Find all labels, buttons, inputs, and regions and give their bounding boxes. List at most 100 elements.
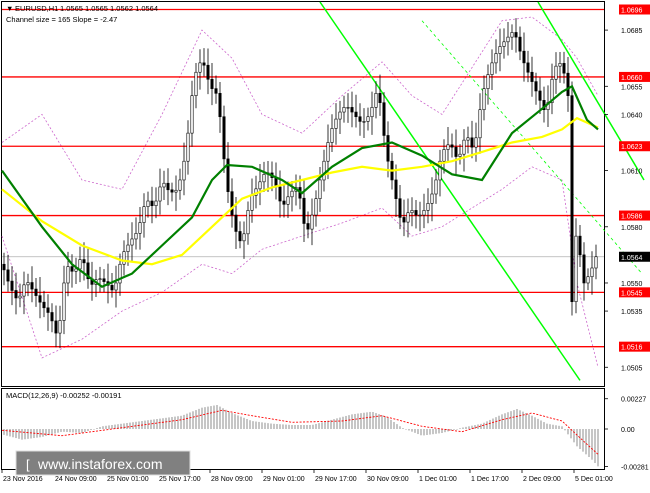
candle-body xyxy=(522,50,526,64)
candle-body xyxy=(574,235,578,303)
macd-bar xyxy=(384,416,386,429)
candle-body xyxy=(30,282,34,290)
macd-bar xyxy=(372,412,374,429)
macd-tick-label: 0.00227 xyxy=(621,397,646,404)
candle-body xyxy=(366,116,370,122)
macd-bar xyxy=(411,429,413,432)
macd-bar xyxy=(390,419,392,429)
macd-bar xyxy=(321,422,323,429)
macd-bar xyxy=(405,429,407,430)
macd-bar xyxy=(171,417,173,429)
candle-body xyxy=(394,179,398,199)
macd-bar xyxy=(42,429,44,437)
macd-bar xyxy=(279,424,281,429)
macd-bar xyxy=(582,429,584,452)
macd-bar xyxy=(339,417,341,429)
candle-body xyxy=(422,210,426,216)
candle-body xyxy=(330,128,334,143)
candle-body xyxy=(430,193,434,204)
candle-body xyxy=(42,301,46,309)
candle-body xyxy=(498,46,502,54)
candle-body xyxy=(194,71,198,96)
candle-body xyxy=(54,320,58,334)
macd-bar xyxy=(483,422,485,429)
macd-bar xyxy=(123,423,125,429)
macd-bar xyxy=(495,417,497,429)
macd-bar xyxy=(6,429,8,436)
macd-bar xyxy=(96,428,98,429)
time-tick-label: 24 Nov 09:00 xyxy=(55,476,97,483)
candle-body xyxy=(26,282,30,286)
candle-body xyxy=(146,200,150,207)
level-tag-label: 1.0696 xyxy=(621,7,643,14)
candle-body xyxy=(154,200,158,207)
macd-bar xyxy=(366,412,368,429)
macd-bar xyxy=(456,429,458,430)
macd-bar xyxy=(465,426,467,429)
candle-body xyxy=(418,214,422,217)
level-tag-label: 1.0545 xyxy=(621,290,643,297)
watermark-text: www.instaforex.com xyxy=(37,456,162,472)
macd-bar xyxy=(531,415,533,429)
macd-bar xyxy=(66,429,68,432)
macd-bar xyxy=(312,424,314,429)
macd-tick-label: 0.00 xyxy=(621,427,635,434)
macd-bar xyxy=(294,425,296,429)
macd-bar xyxy=(363,412,365,429)
macd-bar xyxy=(93,429,95,430)
candle-body xyxy=(10,280,14,291)
macd-bar xyxy=(21,429,23,440)
macd-bar xyxy=(336,418,338,429)
macd-bar xyxy=(486,421,488,429)
macd-bar xyxy=(555,425,557,429)
macd-bar xyxy=(516,409,518,429)
header-arrow-icon[interactable]: ▼ xyxy=(6,4,13,13)
macd-bar xyxy=(234,414,236,429)
macd-bar xyxy=(369,411,371,429)
candle-body xyxy=(534,81,538,92)
macd-bar xyxy=(315,423,317,429)
candle-body xyxy=(6,269,10,282)
candle-body xyxy=(142,206,146,223)
macd-bar xyxy=(540,420,542,429)
macd-bar xyxy=(534,417,536,429)
macd-bar xyxy=(381,415,383,429)
candle-body xyxy=(322,160,326,181)
candle-body xyxy=(446,144,450,150)
macd-bar xyxy=(309,425,311,429)
macd-bar xyxy=(552,424,554,429)
macd-title: MACD(12,26,9) -0.00252 -0.00191 xyxy=(6,391,122,400)
macd-bar xyxy=(306,425,308,429)
candle-body xyxy=(182,160,186,181)
macd-bar xyxy=(255,421,257,429)
macd-bar xyxy=(261,422,263,429)
candle-body xyxy=(318,179,322,199)
macd-bar xyxy=(399,426,401,429)
candle-body xyxy=(310,214,314,230)
macd-bar xyxy=(87,429,89,431)
macd-bar xyxy=(258,421,260,429)
candle-body xyxy=(482,88,486,111)
time-tick-label: 1 Dec 01:00 xyxy=(419,476,457,483)
candle-body xyxy=(450,144,454,148)
candle-body xyxy=(406,212,410,223)
candle-body xyxy=(530,71,534,82)
macd-bar xyxy=(576,429,578,447)
macd-bar xyxy=(507,412,509,429)
macd-bar xyxy=(528,414,530,429)
macd-bar xyxy=(396,424,398,429)
macd-bar xyxy=(477,424,479,429)
macd-bar xyxy=(351,414,353,429)
candle-body xyxy=(510,32,514,38)
candle-body xyxy=(494,53,498,64)
candle-body xyxy=(514,32,518,38)
candle-body xyxy=(202,62,206,66)
candle-body xyxy=(258,181,262,190)
price-tick-label: 1.0535 xyxy=(621,309,643,316)
macd-bar xyxy=(417,429,419,435)
macd-bar xyxy=(75,429,77,433)
macd-bar xyxy=(237,415,239,429)
time-tick-label: 28 Nov 09:00 xyxy=(211,476,253,483)
macd-bar xyxy=(78,429,80,433)
candle-body xyxy=(286,196,290,205)
